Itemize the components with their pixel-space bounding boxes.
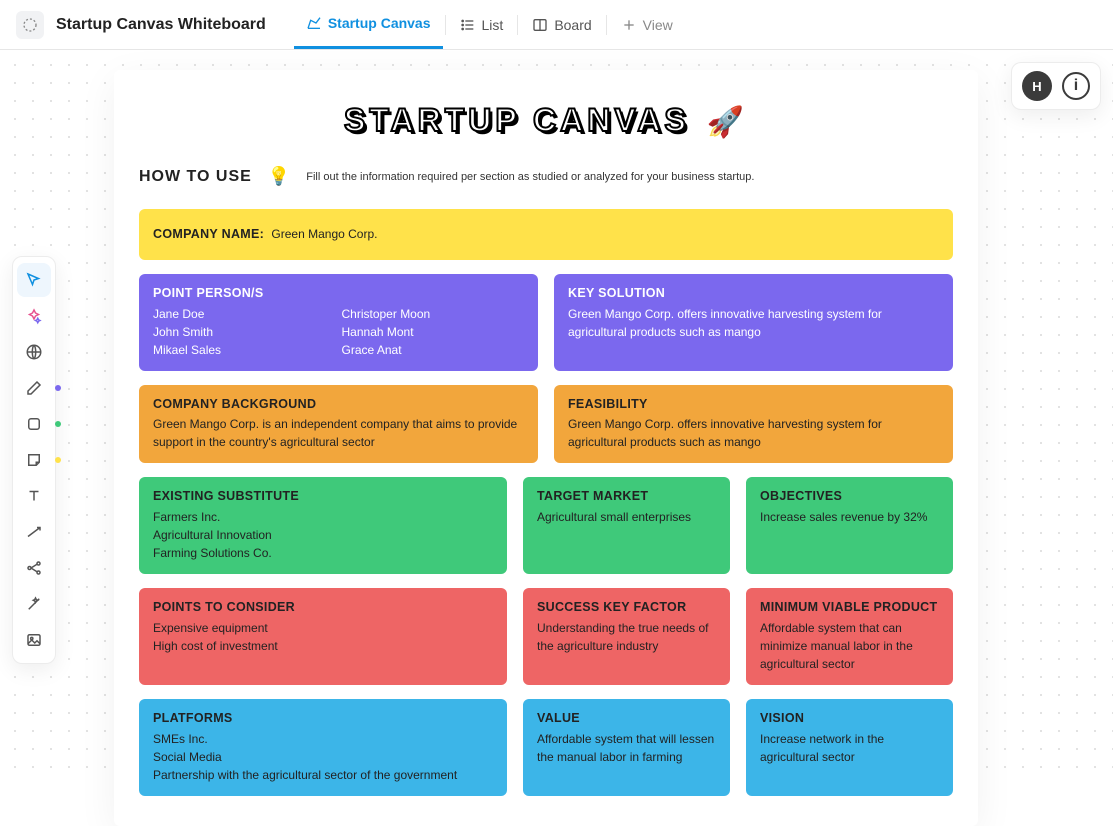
color-dot-icon	[55, 421, 61, 427]
tile-body: Green Mango Corp. is an independent comp…	[153, 415, 524, 451]
vision-tile[interactable]: VISION Increase network in the agricultu…	[746, 699, 953, 796]
tile-label: COMPANY NAME:	[153, 227, 264, 241]
tile-title: KEY SOLUTION	[568, 284, 939, 303]
mvp-tile[interactable]: MINIMUM VIABLE PRODUCT Affordable system…	[746, 588, 953, 685]
persons-list: Jane Doe Christoper Moon John Smith Hann…	[153, 305, 524, 359]
existing-substitute-tile[interactable]: EXISTING SUBSTITUTE Farmers Inc. Agricul…	[139, 477, 507, 574]
key-solution-tile[interactable]: KEY SOLUTION Green Mango Corp. offers in…	[554, 274, 953, 371]
tab-board[interactable]: Board	[520, 0, 603, 49]
mindmap-tool[interactable]	[17, 551, 51, 585]
canvas-title: STARTUP CANVAS 🚀	[139, 102, 953, 140]
company-name-tile[interactable]: COMPANY NAME: Green Mango Corp.	[139, 209, 953, 260]
connector-tool[interactable]	[17, 515, 51, 549]
tile-body: Understanding the true needs of the agri…	[537, 619, 716, 655]
color-dot-icon	[55, 457, 61, 463]
doc-loading-icon	[16, 11, 44, 39]
point-persons-tile[interactable]: POINT PERSON/S Jane Doe Christoper Moon …	[139, 274, 538, 371]
image-tool[interactable]	[17, 623, 51, 657]
divider	[445, 15, 446, 35]
tile-title: FEASIBILITY	[568, 395, 939, 414]
tab-list[interactable]: List	[448, 0, 516, 49]
tile-title: COMPANY BACKGROUND	[153, 395, 524, 414]
list-item: High cost of investment	[153, 637, 493, 655]
tile-body: Green Mango Corp. offers innovative harv…	[568, 415, 939, 451]
magic-tool[interactable]	[17, 587, 51, 621]
user-avatar[interactable]: H	[1022, 71, 1052, 101]
tab-label: Startup Canvas	[328, 15, 431, 31]
tile-title: POINT PERSON/S	[153, 284, 524, 303]
tile-body: Affordable system that will lessen the m…	[537, 730, 716, 766]
shape-tool[interactable]	[17, 407, 51, 441]
platforms-tile[interactable]: PLATFORMS SMEs Inc. Social Media Partner…	[139, 699, 507, 796]
company-background-tile[interactable]: COMPANY BACKGROUND Green Mango Corp. is …	[139, 385, 538, 464]
tile-title: TARGET MARKET	[537, 487, 716, 506]
list-item: Farmers Inc.	[153, 508, 493, 526]
tile-title: VALUE	[537, 709, 716, 728]
howto-text: Fill out the information required per se…	[306, 171, 754, 183]
divider	[517, 15, 518, 35]
top-bar: Startup Canvas Whiteboard Startup Canvas…	[0, 0, 1113, 50]
web-tool[interactable]	[17, 335, 51, 369]
points-to-consider-tile[interactable]: POINTS TO CONSIDER Expensive equipment H…	[139, 588, 507, 685]
color-dot-icon	[55, 385, 61, 391]
text-tool[interactable]	[17, 479, 51, 513]
tile-body: Increase network in the agricultural sec…	[760, 730, 939, 766]
sticky-note-tool[interactable]	[17, 443, 51, 477]
tab-label: Board	[554, 17, 591, 33]
tab-add-view[interactable]: View	[609, 0, 685, 49]
list-item: Partnership with the agricultural sector…	[153, 766, 493, 784]
select-tool[interactable]	[17, 263, 51, 297]
tab-label: View	[643, 17, 673, 33]
rocket-icon: 🚀	[707, 106, 748, 139]
person: Christoper Moon	[342, 305, 525, 323]
value-tile[interactable]: VALUE Affordable system that will lessen…	[523, 699, 730, 796]
canvas-title-text: STARTUP CANVAS	[344, 102, 690, 138]
tile-body: Increase sales revenue by 32%	[760, 508, 939, 526]
tile-title: POINTS TO CONSIDER	[153, 598, 493, 617]
feasibility-tile[interactable]: FEASIBILITY Green Mango Corp. offers inn…	[554, 385, 953, 464]
tile-title: MINIMUM VIABLE PRODUCT	[760, 598, 939, 617]
whiteboard-stage[interactable]: H i STARTUP CANVAS 🚀 HOW TO USE 💡 Fill o…	[0, 50, 1113, 783]
divider	[606, 15, 607, 35]
success-key-factor-tile[interactable]: SUCCESS KEY FACTOR Understanding the tru…	[523, 588, 730, 685]
list-item: Agricultural Innovation	[153, 526, 493, 544]
tile-body: Affordable system that can minimize manu…	[760, 619, 939, 673]
target-market-tile[interactable]: TARGET MARKET Agricultural small enterpr…	[523, 477, 730, 574]
tab-startup-canvas[interactable]: Startup Canvas	[294, 0, 443, 49]
howto-title: HOW TO USE	[139, 168, 252, 186]
person: Grace Anat	[342, 341, 525, 359]
person: Jane Doe	[153, 305, 336, 323]
tab-label: List	[482, 17, 504, 33]
canvas-document[interactable]: STARTUP CANVAS 🚀 HOW TO USE 💡 Fill out t…	[114, 70, 978, 826]
pen-tool[interactable]	[17, 371, 51, 405]
list-item: Social Media	[153, 748, 493, 766]
tile-title: EXISTING SUBSTITUTE	[153, 487, 493, 506]
tile-body: Agricultural small enterprises	[537, 508, 716, 526]
person: John Smith	[153, 323, 336, 341]
bulb-icon: 💡	[268, 166, 290, 187]
tile-title: SUCCESS KEY FACTOR	[537, 598, 716, 617]
objectives-tile[interactable]: OBJECTIVES Increase sales revenue by 32%	[746, 477, 953, 574]
tool-panel	[12, 256, 56, 664]
tile-title: OBJECTIVES	[760, 487, 939, 506]
person: Hannah Mont	[342, 323, 525, 341]
tile-title: VISION	[760, 709, 939, 728]
person: Mikael Sales	[153, 341, 336, 359]
list-item: Farming Solutions Co.	[153, 544, 493, 562]
doc-title[interactable]: Startup Canvas Whiteboard	[56, 16, 266, 34]
list-item: Expensive equipment	[153, 619, 493, 637]
list-item: SMEs Inc.	[153, 730, 493, 748]
tile-body: Green Mango Corp. offers innovative harv…	[568, 305, 939, 341]
collab-panel: H i	[1011, 62, 1101, 110]
ai-tool[interactable]	[17, 299, 51, 333]
company-name-value: Green Mango Corp.	[271, 227, 377, 241]
tile-title: PLATFORMS	[153, 709, 493, 728]
howto-row: HOW TO USE 💡 Fill out the information re…	[139, 166, 953, 187]
info-button[interactable]: i	[1062, 72, 1090, 100]
view-tabs: Startup Canvas List Board View	[294, 0, 685, 49]
